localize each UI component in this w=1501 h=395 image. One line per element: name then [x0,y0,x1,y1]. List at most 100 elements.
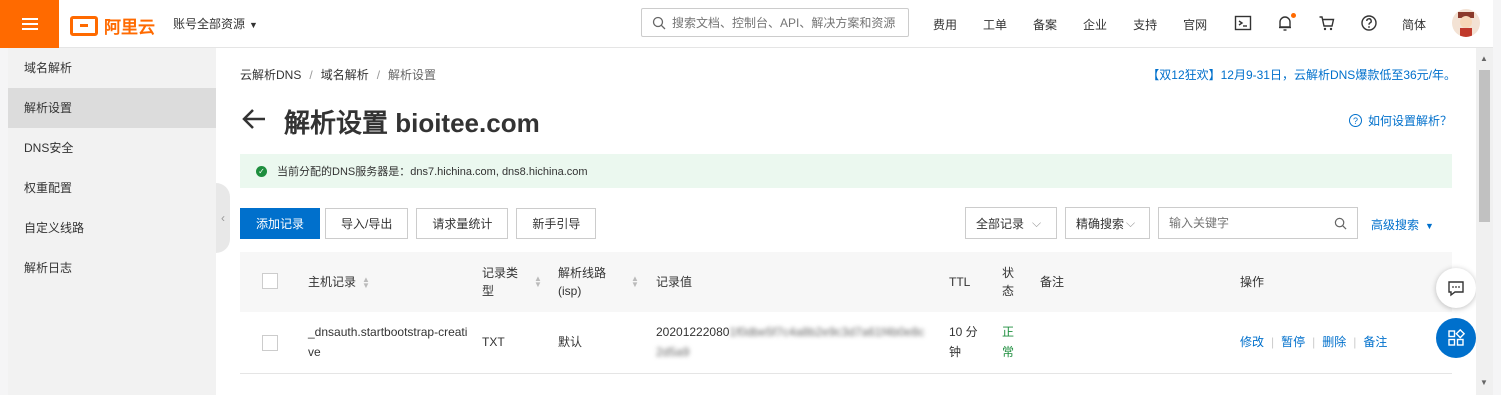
link-enterprise[interactable]: 企业 [1083,16,1107,33]
sidebar-item-domain-resolution[interactable]: 域名解析 [8,48,216,88]
advanced-search-label: 高级搜索 [1371,218,1420,232]
delete-record-link[interactable]: 删除 [1322,335,1346,349]
record-filter-select[interactable]: 全部记录 ⌵ [965,207,1057,239]
column-header-type-label: 记录类型 [482,266,519,298]
terminal-icon[interactable] [1234,14,1252,32]
record-value: 202012220801f0dbe5f7c4a8b2e9c3d7a61f4b0e… [656,322,928,362]
chat-button[interactable] [1436,268,1476,308]
search-icon [652,16,666,29]
column-header-type: 记录类型 [482,264,522,300]
notice-text: 当前分配的DNS服务器是：dns7.hichina.com, dns8.hich… [277,166,588,178]
column-header-line: 解析线路(isp) [558,264,626,300]
sidebar-collapse-handle[interactable]: ‹ [216,183,230,253]
account-label: 账号全部资源 [173,17,246,31]
back-arrow-icon[interactable] [240,105,268,133]
dns-server-notice: ✓ 当前分配的DNS服务器是：dns7.hichina.com, dns8.hi… [240,154,1452,188]
add-record-button[interactable]: 添加记录 [240,208,321,239]
window-frame [1493,0,1501,395]
check-circle-icon: ✓ [256,165,267,177]
column-header-host-label: 主机记录 [308,275,357,289]
link-billing[interactable]: 费用 [933,16,957,33]
breadcrumb-domain-resolution[interactable]: 域名解析 [321,68,369,82]
keyword-input[interactable] [1169,216,1334,230]
global-search-input[interactable] [672,15,902,30]
menu-icon[interactable] [0,0,59,48]
record-host: _dnsauth.startbootstrap-creative [308,325,468,359]
help-link-label: 如何设置解析？ [1367,114,1452,128]
link-support[interactable]: 支持 [1133,16,1157,33]
link-icp[interactable]: 备案 [1033,16,1057,33]
sidebar-item-weight-config[interactable]: 权重配置 [8,168,216,208]
global-search[interactable] [641,8,909,37]
link-tickets[interactable]: 工单 [983,16,1007,33]
sort-icon[interactable]: ▲ ▼ [631,275,639,289]
guide-button[interactable]: 新手引导 [516,208,597,239]
column-header-line-label: 解析线路(isp) [558,266,607,298]
record-line: 默认 [558,335,583,349]
breadcrumb-cloud-dns[interactable]: 云解析DNS [240,68,301,82]
bell-icon[interactable] [1276,13,1296,32]
breadcrumb: 云解析DNS / 域名解析 / 解析设置 [240,68,437,82]
question-circle-icon: ? [1348,114,1362,127]
select-all-checkbox[interactable] [262,273,278,289]
aliyun-logo-mark [70,15,98,36]
remark-record-link[interactable]: 备注 [1363,335,1387,349]
column-header-remark: 备注 [1040,275,1065,289]
import-export-button[interactable]: 导入/导出 [325,208,409,239]
advanced-search-toggle[interactable]: 高级搜索 ▼ [1371,216,1434,233]
column-header-status: 状态 [1002,266,1015,298]
search-icon[interactable] [1334,217,1347,230]
sidebar: 域名解析 解析设置 DNS安全 权重配置 自定义线路 解析日志 [8,48,216,395]
chevron-left-icon: ‹ [221,211,225,225]
record-filter-value: 全部记录 [976,216,1025,231]
promo-banner-link[interactable]: 【双12狂欢】12月9-31日，云解析DNS爆款低至36元/年。 [1147,66,1456,83]
breadcrumb-current: 解析设置 [388,68,437,82]
scrollbar-thumb[interactable] [1479,70,1490,222]
help-icon[interactable] [1360,14,1378,32]
aliyun-logo[interactable]: 阿里云 [70,13,155,38]
chevron-down-icon: ⌵ [1126,215,1136,230]
column-header-value: 记录值 [656,275,693,289]
row-actions: 修改 | 暂停 | 删除 | 备注 [1240,335,1388,349]
column-header-ops: 操作 [1240,275,1265,289]
chevron-down-icon: ⌵ [1032,215,1042,230]
scroll-up-icon[interactable]: ▲ [1480,54,1488,63]
keyword-search [1158,207,1358,239]
chat-icon [1448,281,1464,297]
pause-record-link[interactable]: 暂停 [1281,335,1305,349]
avatar[interactable] [1452,9,1480,37]
column-header-ttl: TTL [949,275,971,289]
search-mode-select[interactable]: 精确搜索 ⌵ [1065,207,1150,239]
edit-record-link[interactable]: 修改 [1240,335,1264,349]
sidebar-item-custom-lines[interactable]: 自定义线路 [8,208,216,248]
main-content: 云解析DNS / 域名解析 / 解析设置 【双12狂欢】12月9-31日，云解析DNS爆… [216,48,1476,395]
notification-dot [1291,13,1296,18]
request-stats-button[interactable]: 请求量统计 [416,208,509,239]
caret-down-icon: ▼ [1425,221,1434,231]
column-header-host[interactable]: 主机记录 ▲ ▼ [308,273,370,291]
sidebar-item-resolution-logs[interactable]: 解析日志 [8,248,216,288]
table-row: _dnsauth.startbootstrap-creative TXT 默认 … [240,312,1452,374]
status-badge: 正常 [1002,325,1015,359]
scroll-down-icon[interactable]: ▼ [1480,378,1488,387]
toolbar: 添加记录 导入/导出 请求量统计 新手引导 [240,208,604,239]
record-type: TXT [482,335,505,349]
help-link[interactable]: ? 如何设置解析？ [1348,112,1452,129]
link-official-site[interactable]: 官网 [1183,16,1207,33]
language-switch[interactable]: 简体 [1402,16,1426,33]
account-resource-selector[interactable]: 账号全部资源 ▼ [173,15,258,32]
vertical-scrollbar[interactable]: ▲ ▼ [1476,48,1493,395]
sidebar-item-resolution-settings[interactable]: 解析设置 [8,88,216,128]
cart-icon[interactable] [1318,14,1336,32]
apps-button[interactable] [1436,318,1476,358]
search-mode-value: 精确搜索 [1076,216,1125,231]
sort-icon[interactable]: ▲ ▼ [534,275,542,289]
row-checkbox[interactable] [262,335,278,351]
record-value-prefix: 20201222080 [656,325,730,339]
apps-grid-icon [1448,329,1465,346]
sort-icon[interactable]: ▲ ▼ [362,275,370,289]
sidebar-item-dns-security[interactable]: DNS安全 [8,128,216,168]
top-navbar: 阿里云 账号全部资源▼ 费用 工单 备案 企业 支持 官网 简体 [0,0,1501,48]
page-title: 解析设置 bioitee.com [284,108,540,138]
caret-down-icon: ▼ [249,20,258,30]
